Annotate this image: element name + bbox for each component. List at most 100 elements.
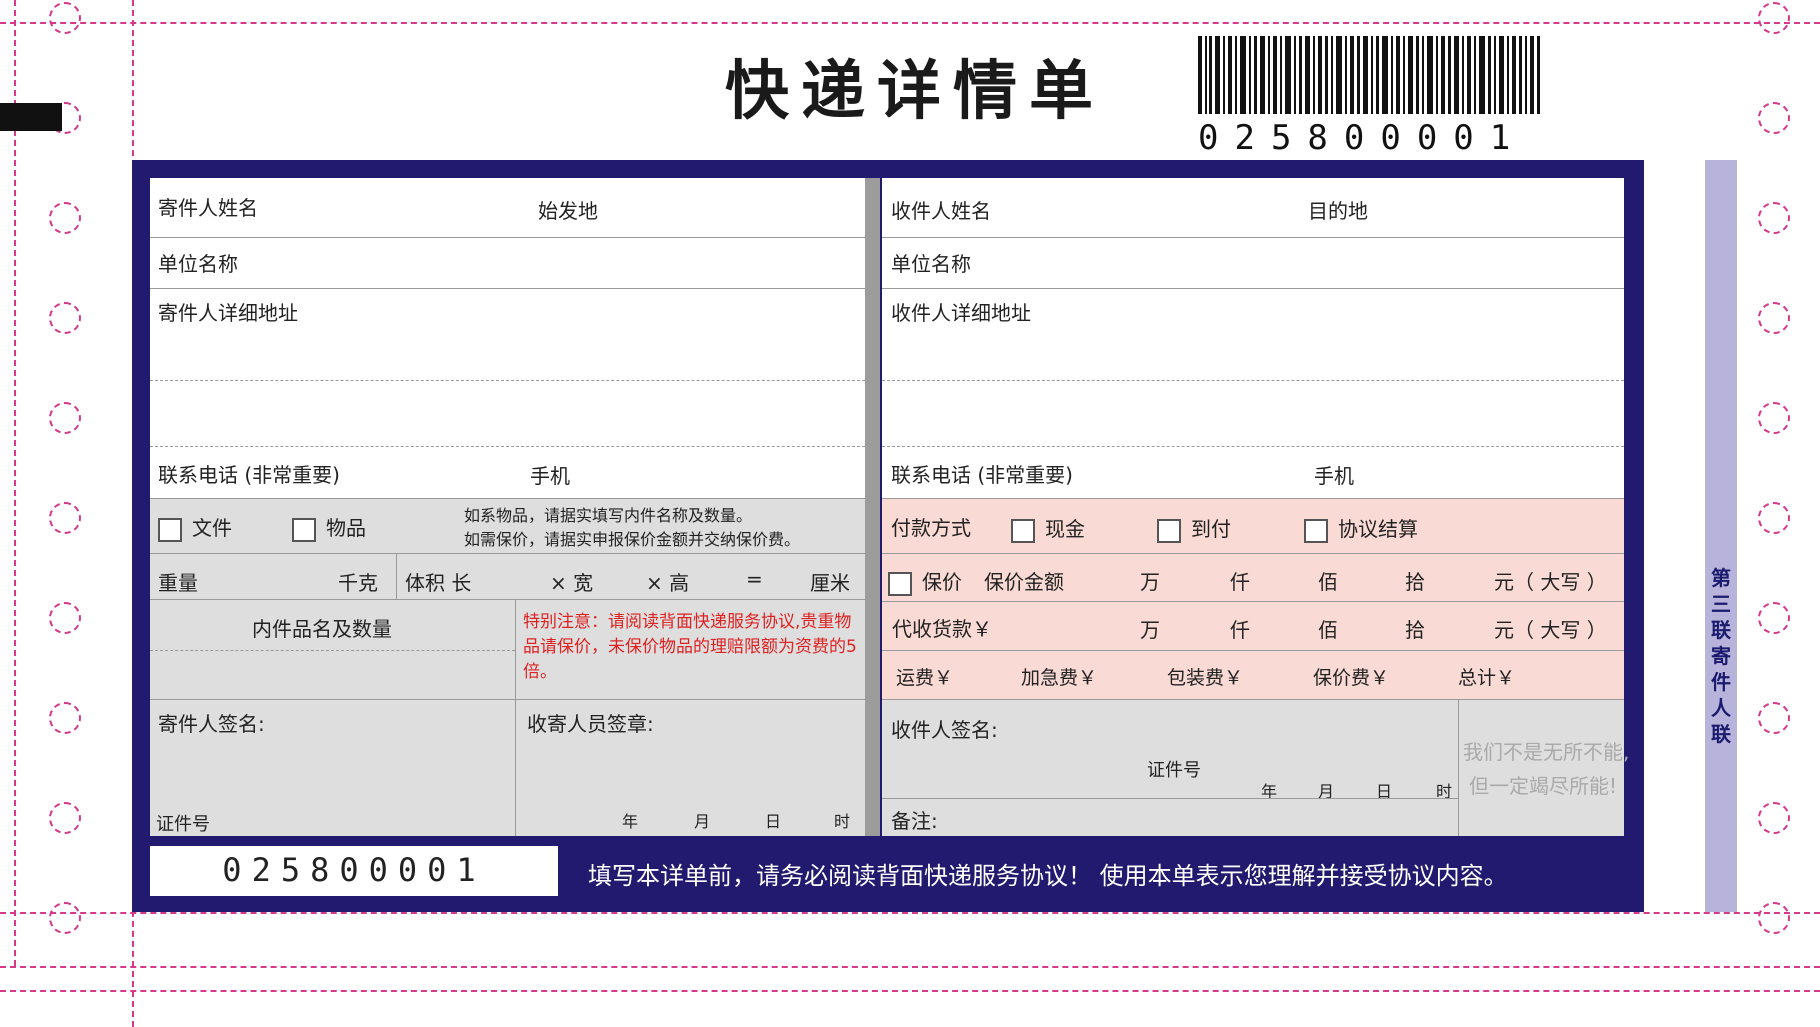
courier-signature-field[interactable]: 收寄人员签章:: [527, 708, 654, 737]
weight-field[interactable]: 重量: [158, 567, 198, 596]
insure-fee-field[interactable]: 保价费￥: [1313, 663, 1389, 690]
row-divider: [150, 237, 865, 238]
sender-phone-field[interactable]: 联系电话 (非常重要): [158, 459, 340, 488]
barcode-image: [1198, 36, 1540, 114]
motto-line-1: 我们不是无所不能,: [1463, 740, 1630, 764]
tractor-hole: [49, 802, 81, 834]
sender-signature-field[interactable]: 寄件人签名:: [158, 708, 265, 737]
kg-unit: 千克: [338, 571, 378, 595]
cash-label: 现金: [1045, 517, 1085, 541]
receiver-address-field[interactable]: 收件人详细地址: [891, 297, 1031, 326]
receiver-company-field[interactable]: 单位名称: [891, 248, 971, 277]
footer-notice: 填写本详单前，请务必阅读背面快递服务协议！ 使用本单表示您理解并接受协议内容。: [588, 862, 1508, 890]
sender-name-field[interactable]: 寄件人姓名: [158, 192, 258, 221]
address-line: [150, 446, 865, 447]
receiver-mobile-field[interactable]: 手机: [1314, 460, 1354, 489]
row-divider: [882, 237, 1624, 238]
tractor-hole: [1758, 802, 1790, 834]
payment-method-label: 付款方式: [891, 516, 971, 540]
sender-hour: 时: [834, 812, 851, 831]
sender-address-field[interactable]: 寄件人详细地址: [158, 297, 298, 326]
checkbox-box[interactable]: [1011, 518, 1035, 543]
goods-checkbox[interactable]: 物品: [292, 512, 366, 542]
wan-unit: 万: [1140, 570, 1160, 594]
tractor-hole: [1758, 402, 1790, 434]
receiver-id-field[interactable]: 证件号: [1147, 756, 1201, 782]
row-divider: [882, 650, 1624, 651]
tractor-hole: [49, 702, 81, 734]
remark-field[interactable]: 备注:: [891, 805, 938, 834]
tractor-hole: [49, 202, 81, 234]
volume-height-field[interactable]: × 高: [646, 567, 689, 596]
sender-day: 日: [765, 812, 782, 831]
cm-unit: 厘米: [810, 571, 850, 595]
tear-line: [0, 966, 1820, 968]
bai-unit: 佰: [1318, 618, 1338, 642]
address-line: [150, 380, 865, 381]
agreement-label: 协议结算: [1338, 517, 1418, 541]
registration-mark: [0, 103, 62, 131]
tractor-hole: [1758, 602, 1790, 634]
insure-amount-field[interactable]: 保价金额: [984, 566, 1064, 595]
row-divider: [882, 288, 1624, 289]
tractor-hole: [1758, 102, 1790, 134]
checkbox-box[interactable]: [158, 517, 182, 542]
total-field[interactable]: 总计￥: [1458, 663, 1515, 690]
document-checkbox[interactable]: 文件: [158, 512, 232, 542]
motto-line-2: 但一定竭尽所能!: [1468, 774, 1618, 798]
cod-label: 到付: [1191, 517, 1231, 541]
receiver-signature-field[interactable]: 收件人签名:: [891, 714, 998, 743]
sender-id-field[interactable]: 证件号: [156, 810, 210, 836]
tractor-hole: [49, 2, 81, 34]
cod-checkbox[interactable]: 到付: [1157, 513, 1231, 543]
qian-unit: 仟: [1230, 618, 1250, 642]
urgent-fee-field[interactable]: 加急费￥: [1021, 663, 1097, 690]
bai-unit: 佰: [1318, 570, 1338, 594]
col-divider: [1458, 699, 1459, 836]
sender-mobile-field[interactable]: 手机: [530, 460, 570, 489]
checkbox-box[interactable]: [1304, 518, 1328, 543]
tear-line-2: [0, 990, 1820, 992]
checkbox-box[interactable]: [888, 571, 912, 596]
contents-field[interactable]: 内件品名及数量: [252, 613, 392, 642]
row-divider: [150, 553, 865, 554]
checkbox-box[interactable]: [292, 517, 316, 542]
sender-company-field[interactable]: 单位名称: [158, 248, 238, 277]
copy-label: 第三联 寄件人联: [1711, 566, 1731, 746]
tractor-hole: [1758, 902, 1790, 934]
agreement-checkbox[interactable]: 协议结算: [1304, 513, 1418, 543]
special-notice: 特别注意：请阅读背面快递服务协议,贵重物品请保价，未保价物品的理赔限额为资费的5…: [523, 612, 857, 682]
left-edge-line: [14, 0, 16, 966]
volume-width-field[interactable]: × 宽: [550, 567, 593, 596]
receiver-phone-field[interactable]: 联系电话 (非常重要): [891, 459, 1073, 488]
row-divider: [882, 498, 1624, 499]
cash-checkbox[interactable]: 现金: [1011, 513, 1085, 543]
row-divider: [882, 601, 1624, 602]
top-perforation: [0, 22, 1820, 24]
panel-divider: [865, 178, 880, 836]
receiver-name-field[interactable]: 收件人姓名: [891, 195, 991, 224]
packing-fee-field[interactable]: 包装费￥: [1167, 663, 1243, 690]
row-divider: [150, 599, 865, 600]
tractor-hole: [1758, 702, 1790, 734]
insure-checkbox[interactable]: 保价: [888, 566, 962, 596]
row-divider: [882, 798, 1458, 799]
checkbox-box[interactable]: [1157, 518, 1181, 543]
origin-field[interactable]: 始发地: [538, 195, 598, 224]
address-line: [882, 446, 1624, 447]
tractor-hole: [49, 902, 81, 934]
equals-sign: =: [746, 567, 763, 591]
destination-field[interactable]: 目的地: [1308, 195, 1368, 224]
col-divider: [396, 553, 397, 599]
freight-field[interactable]: 运费￥: [896, 663, 953, 690]
yuan-unit: 元（ 大写 ）: [1494, 570, 1607, 594]
insure-label: 保价: [922, 570, 962, 594]
yuan-unit: 元（ 大写 ）: [1494, 618, 1607, 642]
row-divider: [150, 699, 865, 700]
goods-hint: 如系物品，请据实填写内件名称及数量。: [464, 506, 753, 525]
volume-length-field[interactable]: 体积 长: [405, 567, 471, 596]
wan-unit: 万: [1140, 618, 1160, 642]
tractor-hole: [49, 402, 81, 434]
collect-payment-field[interactable]: 代收货款￥: [892, 613, 992, 642]
barcode-number: 025800001: [1198, 118, 1527, 158]
